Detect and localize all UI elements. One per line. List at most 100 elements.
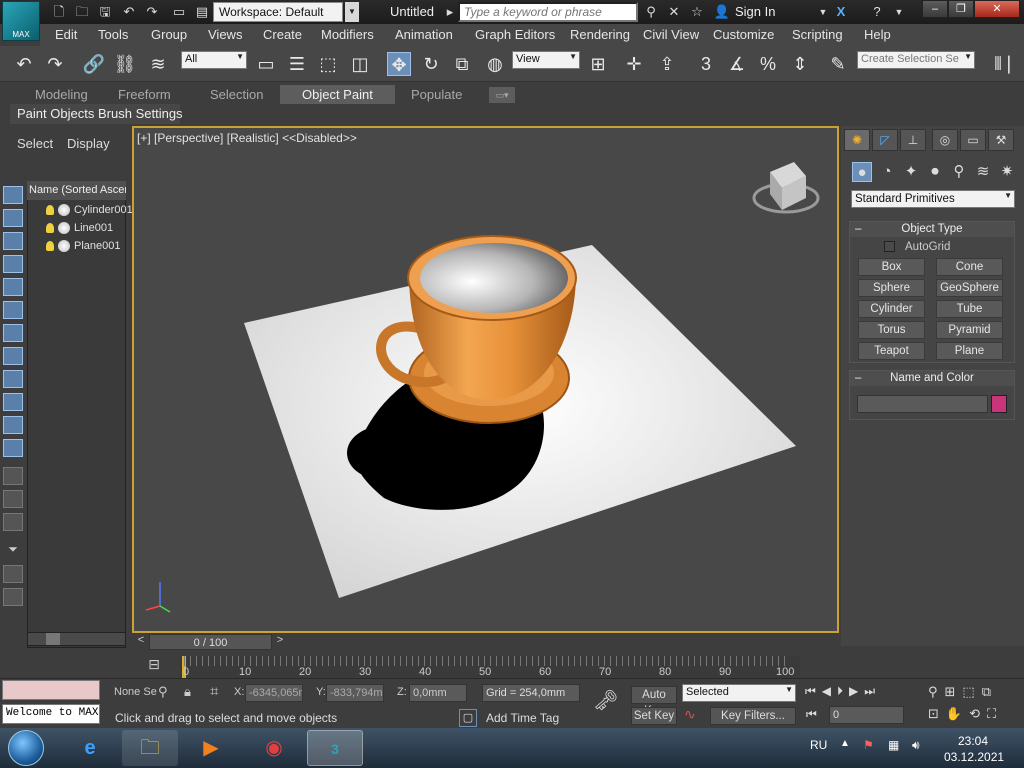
cylinder-button[interactable]: Cylinder bbox=[858, 300, 925, 318]
sign-in-arrow-icon[interactable]: ▼ bbox=[814, 3, 832, 21]
viewport-disabled-label[interactable]: <<Disabled>> bbox=[282, 131, 357, 145]
menu-civil-view[interactable]: Civil View bbox=[643, 27, 699, 42]
viewport-label[interactable]: [+] [Perspective] [Realistic] <<Disabled… bbox=[137, 131, 357, 145]
bind-space-warp-icon[interactable]: ≋ bbox=[146, 52, 170, 76]
select-and-rotate-icon[interactable]: ↻ bbox=[419, 52, 443, 76]
help-arrow-icon[interactable]: ▼ bbox=[890, 3, 908, 21]
named-selection-set-dropdown[interactable]: Create Selection Se ▼ bbox=[857, 51, 975, 69]
primitive-type-dropdown[interactable]: Standard Primitives ▼ bbox=[851, 190, 1015, 208]
sphere-button[interactable]: Sphere bbox=[858, 279, 925, 297]
restore-window-button[interactable]: ❐ bbox=[948, 0, 974, 18]
save-file-icon[interactable]: 🖫 bbox=[96, 3, 114, 21]
viewport-navigation-controls[interactable]: ⚲⊞⬚⧉ bbox=[928, 684, 998, 700]
visibility-icon[interactable] bbox=[58, 222, 70, 235]
link-icon[interactable]: 🔗 bbox=[82, 52, 106, 76]
key-filters-button[interactable]: Key Filters... bbox=[710, 707, 796, 725]
menu-animation[interactable]: Animation bbox=[395, 27, 453, 42]
select-and-place-icon[interactable]: ◍ bbox=[483, 52, 507, 76]
viewport-navigation-controls-2[interactable]: ⊡✋⟲⛶ bbox=[928, 706, 1003, 722]
light-bulb-icon[interactable] bbox=[46, 223, 54, 234]
auto-key-button[interactable]: Auto Key bbox=[631, 686, 677, 717]
name-column-header[interactable]: Name (Sorted Ascending) bbox=[27, 181, 126, 200]
default-tangent-icon[interactable]: ∿ bbox=[684, 706, 696, 723]
scene-explorer-select-menu[interactable]: Select bbox=[17, 136, 53, 151]
3ds-max-taskbar-icon[interactable]: 3 bbox=[307, 730, 363, 766]
modify-tab-icon[interactable]: ◸ bbox=[872, 129, 898, 151]
scene-object-row[interactable]: Plane001 bbox=[46, 240, 121, 258]
systems-category-icon[interactable]: ✷ bbox=[997, 162, 1017, 182]
shapes-category-icon[interactable]: ◔ bbox=[877, 162, 897, 182]
menu-create[interactable]: Create bbox=[263, 27, 302, 42]
absolute-mode-icon[interactable]: ⌗ bbox=[210, 683, 218, 700]
pivot-center-icon[interactable]: ⊞ bbox=[586, 52, 610, 76]
pyramid-button[interactable]: Pyramid bbox=[936, 321, 1003, 339]
communication-center-icon[interactable]: ✕ bbox=[665, 3, 683, 21]
cameras-category-icon[interactable]: ⏺ bbox=[925, 162, 945, 182]
collapse-icon[interactable]: – bbox=[855, 222, 861, 237]
display-geometry-icon[interactable] bbox=[3, 186, 23, 204]
workspace-dropdown[interactable]: Workspace: Default bbox=[213, 2, 343, 22]
display-all-icon[interactable] bbox=[3, 467, 23, 485]
menu-views[interactable]: Views bbox=[208, 27, 242, 42]
minimize-window-button[interactable]: – bbox=[922, 0, 948, 18]
undo-toolbar-icon[interactable]: ↶ bbox=[12, 52, 36, 76]
menu-group[interactable]: Group bbox=[151, 27, 187, 42]
search-input[interactable] bbox=[458, 2, 638, 22]
chrome-icon[interactable]: ◉ bbox=[246, 730, 302, 766]
action-center-icon[interactable]: ⚑ bbox=[863, 738, 874, 752]
helpers-category-icon[interactable]: ⚲ bbox=[949, 162, 969, 182]
display-invert-icon[interactable] bbox=[3, 513, 23, 531]
show-hidden-icons-icon[interactable]: ▲ bbox=[840, 738, 850, 749]
display-containers-icon[interactable] bbox=[3, 393, 23, 411]
keyboard-shortcut-override-icon[interactable]: ⇪ bbox=[655, 52, 679, 76]
time-slider-next-icon[interactable]: > bbox=[273, 634, 287, 650]
select-by-name-icon[interactable]: ☰ bbox=[285, 52, 309, 76]
light-bulb-icon[interactable] bbox=[46, 241, 54, 252]
display-helpers-icon[interactable] bbox=[3, 278, 23, 296]
binoculars-icon[interactable]: ⚲ bbox=[642, 3, 660, 21]
close-window-button[interactable]: ✕ bbox=[974, 0, 1020, 18]
help-icon[interactable]: ? bbox=[868, 3, 886, 21]
visibility-icon[interactable] bbox=[58, 240, 70, 253]
sign-in-link[interactable]: Sign In bbox=[735, 4, 775, 19]
y-coordinate-field[interactable]: -833,794mm bbox=[326, 684, 384, 702]
edit-named-selection-icon[interactable]: ✎ bbox=[826, 52, 850, 76]
display-none-icon[interactable] bbox=[3, 490, 23, 508]
torus-button[interactable]: Torus bbox=[858, 321, 925, 339]
redo-icon[interactable]: ↷ bbox=[143, 3, 161, 21]
scene-object-row[interactable]: Line001 bbox=[46, 222, 113, 240]
favorites-star-icon[interactable]: ☆ bbox=[688, 3, 706, 21]
network-icon[interactable]: ▦ bbox=[888, 738, 899, 752]
x-coordinate-field[interactable]: -6345,065mm bbox=[245, 684, 303, 702]
display-shapes-icon[interactable] bbox=[3, 209, 23, 227]
display-xrefs-icon[interactable] bbox=[3, 347, 23, 365]
window-crossing-icon[interactable]: ◫ bbox=[348, 52, 372, 76]
media-player-icon[interactable]: ▶ bbox=[183, 730, 239, 766]
menu-rendering[interactable]: Rendering bbox=[570, 27, 630, 42]
display-lights-icon[interactable] bbox=[3, 232, 23, 250]
menu-scripting[interactable]: Scripting bbox=[792, 27, 843, 42]
motion-tab-icon[interactable]: ◎ bbox=[932, 129, 958, 151]
set-key-filter-icon[interactable]: 🗝︎ bbox=[593, 688, 618, 713]
viewport-point-of-view[interactable]: [Perspective] bbox=[154, 131, 223, 145]
select-and-scale-icon[interactable]: ⧉ bbox=[450, 52, 474, 76]
tab-selection[interactable]: Selection bbox=[210, 87, 263, 102]
internet-explorer-icon[interactable]: e bbox=[62, 730, 118, 766]
hierarchy-tab-icon[interactable]: ⊥ bbox=[900, 129, 926, 151]
exchange-apps-icon[interactable]: X bbox=[832, 3, 850, 21]
maxscript-listener-top[interactable] bbox=[2, 680, 100, 700]
mirror-icon[interactable]: ⫴ bbox=[986, 52, 1010, 76]
tab-modeling[interactable]: Modeling bbox=[35, 87, 88, 102]
new-file-icon[interactable]: 🗋 bbox=[50, 3, 68, 21]
undo-icon[interactable]: ↶ bbox=[120, 3, 138, 21]
perspective-viewport[interactable] bbox=[132, 126, 839, 633]
menu-edit[interactable]: Edit bbox=[55, 27, 77, 42]
project-folder-icon[interactable]: ▤ bbox=[193, 3, 211, 21]
menu-modifiers[interactable]: Modifiers bbox=[321, 27, 374, 42]
current-frame-field[interactable]: 0 bbox=[829, 706, 904, 724]
collapse-icon[interactable]: – bbox=[855, 371, 861, 386]
teapot-button[interactable]: Teapot bbox=[858, 342, 925, 360]
clock-time[interactable]: 23:04 bbox=[958, 734, 988, 748]
select-object-icon[interactable]: ▭ bbox=[254, 52, 278, 76]
menu-help[interactable]: Help bbox=[864, 27, 891, 42]
